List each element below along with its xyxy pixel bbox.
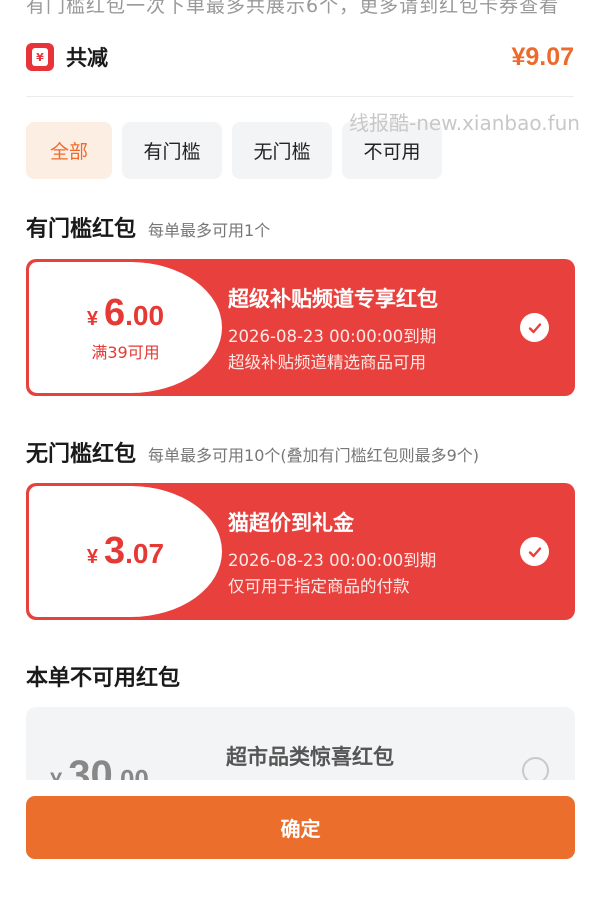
- coupon-value-panel: ¥6.00 满39可用: [29, 262, 222, 393]
- unavailable-coupon-card: ¥30.00 超市品类惊喜红包: [26, 707, 575, 782]
- checkmark-icon[interactable]: [520, 313, 549, 342]
- coupon-info: 猫超价到礼金 2026-08-23 00:00:00到期 仅可用于指定商品的付款: [228, 483, 436, 620]
- confirm-button[interactable]: 确定: [26, 796, 575, 859]
- section-subtitle: 每单最多可用1个: [148, 221, 271, 240]
- total-label: 共减: [66, 46, 108, 70]
- section-title: 本单不可用红包: [26, 666, 181, 691]
- coupon-expiry: 2026-08-23 00:00:00到期: [228, 326, 437, 346]
- filter-threshold[interactable]: 有门槛: [122, 122, 222, 179]
- coupon-value-panel: ¥3.07: [29, 486, 222, 617]
- total-discount-row: ¥ 共减 ¥9.07: [26, 40, 574, 74]
- section-threshold: 有门槛红包 每单最多可用1个: [26, 211, 270, 243]
- red-envelope-icon: ¥: [26, 43, 54, 71]
- coupon-name: 猫超价到礼金: [228, 510, 354, 535]
- coupon-amount: ¥6.00: [86, 292, 165, 334]
- truncated-note: 有门槛红包一次下单最多共展示6个，更多请到红包卡券查看: [26, 0, 560, 17]
- filter-all[interactable]: 全部: [26, 122, 112, 179]
- section-title: 无门槛红包: [26, 442, 137, 467]
- coupon-amount: ¥30.00: [50, 753, 149, 782]
- total-amount: ¥9.07: [511, 42, 574, 71]
- coupon-card[interactable]: ¥6.00 满39可用 超级补贴频道专享红包 2026-08-23 00:00:…: [26, 259, 575, 396]
- watermark: 线报酷-new.xianbao.fun: [349, 111, 580, 135]
- coupon-name: 超市品类惊喜红包: [226, 745, 394, 769]
- section-subtitle: 每单最多可用10个(叠加有门槛红包则最多9个): [148, 446, 480, 465]
- filter-no-threshold[interactable]: 无门槛: [232, 122, 332, 179]
- coupon-scope: 超级补贴频道精选商品可用: [228, 352, 426, 372]
- divider: [26, 96, 574, 97]
- section-unavailable: 本单不可用红包: [26, 660, 180, 692]
- coupon-name: 超级补贴频道专享红包: [228, 286, 438, 311]
- coupon-amount: ¥3.07: [86, 530, 165, 572]
- checkmark-icon[interactable]: [520, 537, 549, 566]
- coupon-info: 超级补贴频道专享红包 2026-08-23 00:00:00到期 超级补贴频道精…: [228, 259, 438, 396]
- coupon-expiry: 2026-08-23 00:00:00到期: [228, 550, 437, 570]
- section-no-threshold: 无门槛红包 每单最多可用10个(叠加有门槛红包则最多9个): [26, 436, 479, 468]
- radio-unchecked-icon: [522, 757, 549, 782]
- section-title: 有门槛红包: [26, 217, 137, 242]
- coupon-scope: 仅可用于指定商品的付款: [228, 576, 410, 596]
- coupon-card[interactable]: ¥3.07 猫超价到礼金 2026-08-23 00:00:00到期 仅可用于指…: [26, 483, 575, 620]
- coupon-condition: 满39可用: [91, 343, 160, 362]
